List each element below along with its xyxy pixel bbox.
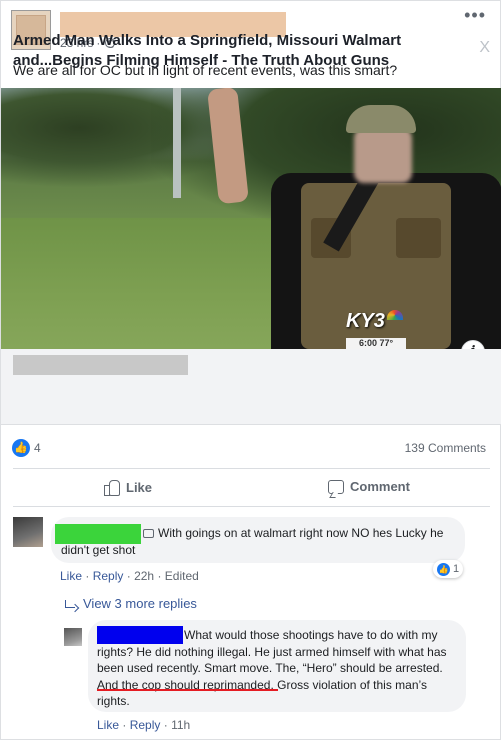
commenter-name-redacted xyxy=(55,524,141,544)
commenter-avatar[interactable] xyxy=(13,517,43,547)
commenter-avatar[interactable] xyxy=(64,628,82,646)
comment-button-label: Comment xyxy=(350,479,410,494)
separator: · xyxy=(157,569,165,583)
comment-reply-link[interactable]: Reply xyxy=(130,718,161,732)
divider xyxy=(13,506,490,507)
message-icon xyxy=(143,529,154,539)
red-underline-annotation xyxy=(97,689,278,691)
station-logo: KY3 xyxy=(346,310,403,333)
comment-time[interactable]: 11h xyxy=(171,718,190,732)
comment-time[interactable]: 22h xyxy=(134,569,154,583)
comments-count[interactable]: 139 Comments xyxy=(405,441,486,455)
commenter-name-redacted xyxy=(97,626,183,644)
close-icon[interactable]: X xyxy=(479,39,490,57)
separator: · xyxy=(122,718,130,732)
like-reaction-icon[interactable]: 👍 xyxy=(12,439,30,457)
facebook-post: 23 hrs · ••• X We are all for OC but in … xyxy=(0,0,501,740)
like-count[interactable]: 4 xyxy=(34,441,41,455)
comment-icon xyxy=(328,479,344,494)
separator: · xyxy=(85,569,93,583)
reply-arrow-icon xyxy=(65,599,75,608)
peacock-icon xyxy=(386,310,403,320)
link-domain-redacted xyxy=(13,355,188,375)
station-logo-text: KY3 xyxy=(346,310,385,332)
more-icon[interactable]: ••• xyxy=(464,5,486,26)
comment-edited[interactable]: Edited xyxy=(165,569,199,583)
link-title[interactable]: Armed Man Walks Into a Springfield, Miss… xyxy=(13,31,473,71)
comment-like-link[interactable]: Like xyxy=(60,569,82,583)
comment-reaction-count: 1 xyxy=(452,563,460,575)
separator: · xyxy=(163,718,172,732)
image-pole xyxy=(173,88,181,198)
comment-reply-link[interactable]: Reply xyxy=(93,569,124,583)
tv-time-bar: 6:00 77° xyxy=(346,338,406,349)
like-button-label: Like xyxy=(126,479,153,495)
thumbs-up-icon xyxy=(104,479,120,496)
view-replies-label: View 3 more replies xyxy=(83,596,197,611)
comment-actions: Like · Reply · 11h xyxy=(97,718,190,732)
comment-reaction-badge[interactable]: 👍 1 xyxy=(433,560,463,578)
divider xyxy=(13,468,490,469)
view-more-replies[interactable]: View 3 more replies xyxy=(65,596,197,611)
image-man-face-blurred xyxy=(354,128,412,183)
link-preview[interactable] xyxy=(1,349,501,425)
separator: · xyxy=(126,569,135,583)
post-image[interactable]: KY3 6:00 77° xyxy=(1,88,501,349)
comment-button[interactable]: Comment xyxy=(328,479,410,494)
like-button[interactable]: Like xyxy=(104,479,153,496)
comment-actions: Like · Reply · 22h · Edited xyxy=(60,569,199,583)
image-vest-pouch xyxy=(396,218,441,258)
image-man-cap xyxy=(346,105,416,133)
like-reaction-icon: 👍 xyxy=(436,562,450,576)
comment-like-link[interactable]: Like xyxy=(97,718,119,732)
